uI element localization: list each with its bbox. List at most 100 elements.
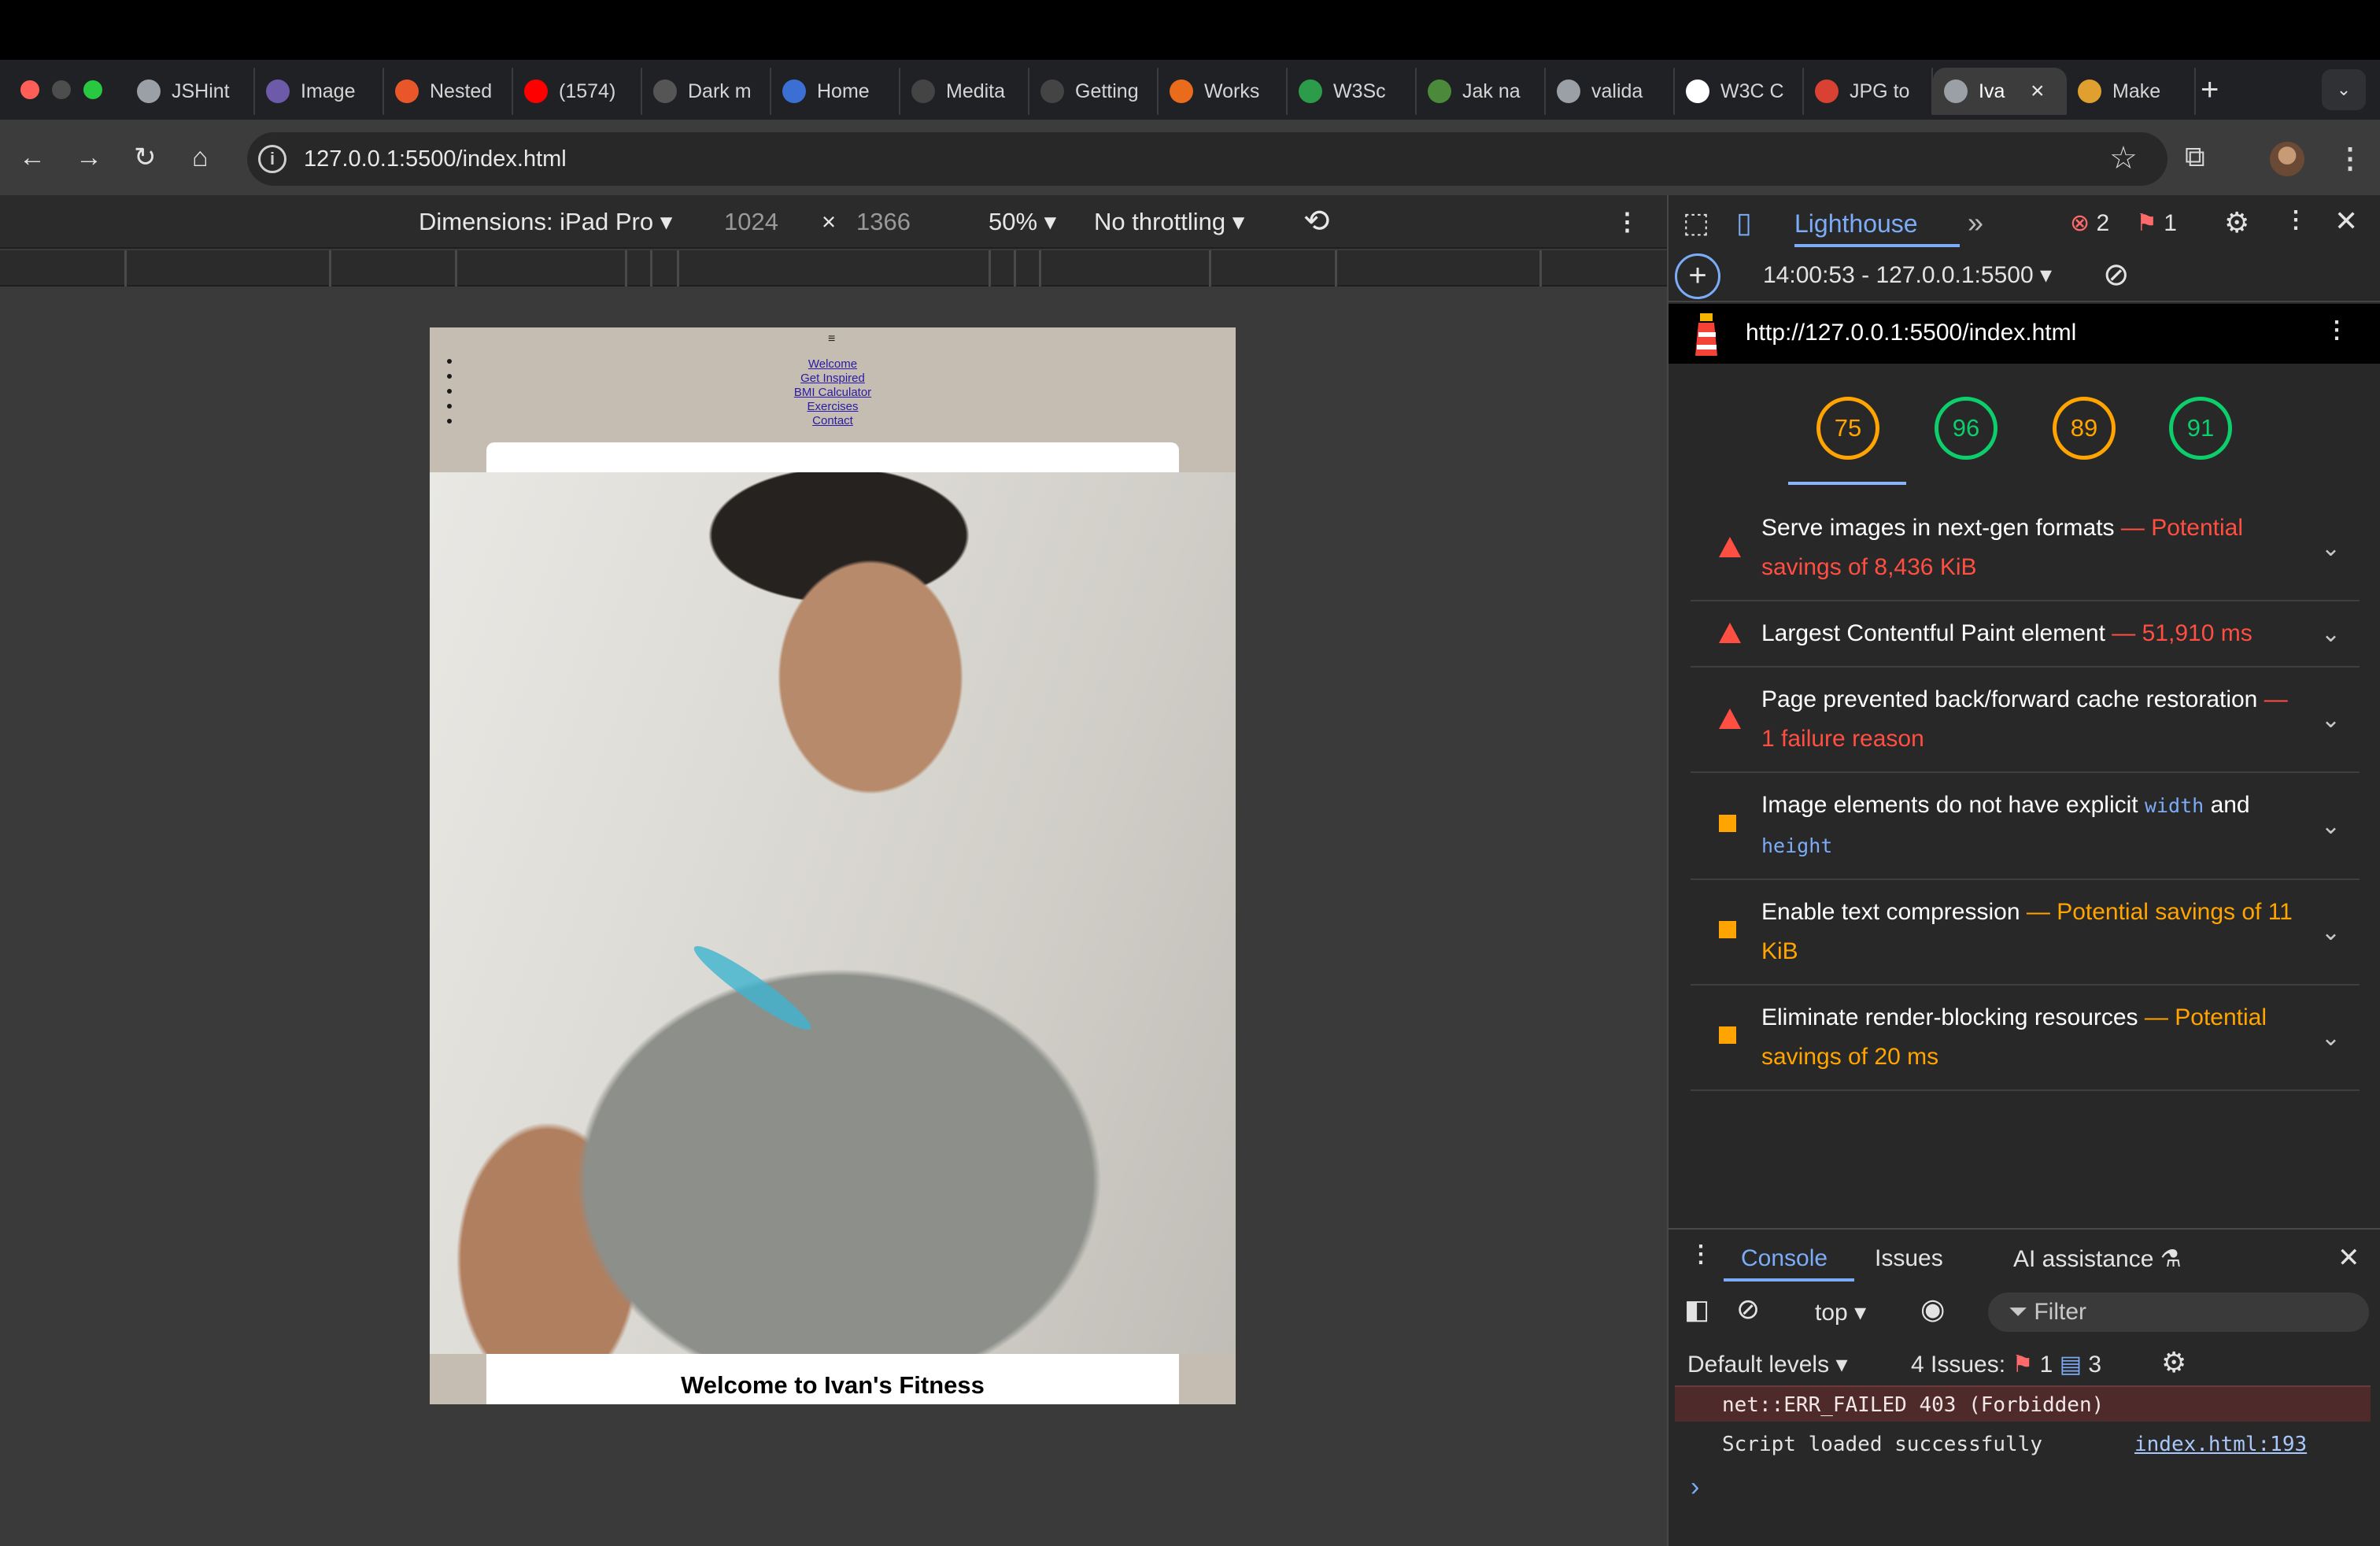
hamburger-icon[interactable]: ≡	[828, 332, 835, 346]
ruler-tick	[1209, 250, 1211, 287]
back-button[interactable]: ←	[19, 142, 46, 173]
close-drawer-icon[interactable]: ✕	[2338, 1242, 2360, 1274]
browser-tab[interactable]: Nested	[384, 68, 513, 115]
console-source-link[interactable]: index.html:193	[2134, 1433, 2307, 1456]
browser-menu-icon[interactable]: ⋮	[2336, 142, 2364, 175]
audit-item[interactable]: Eliminate render-blocking resources — Po…	[1691, 986, 2360, 1091]
browser-tab[interactable]: JSHint	[126, 68, 255, 115]
clear-reports-icon[interactable]: ⊘	[2103, 257, 2130, 293]
ruler-tick	[1039, 250, 1041, 287]
profile-avatar[interactable]	[2270, 142, 2304, 176]
tab-title: W3C C	[1720, 80, 1784, 102]
nav-link-bmi-calculator[interactable]: BMI Calculator	[430, 386, 1236, 400]
score-gauge-best-practices[interactable]: 89	[2053, 397, 2116, 460]
home-button[interactable]: ⌂	[192, 142, 209, 173]
console-error-message: net::ERR_FAILED 403 (Forbidden)	[1722, 1393, 2105, 1417]
tab-issues[interactable]: Issues	[1875, 1245, 1943, 1272]
report-select[interactable]: 14:00:53 - 127.0.0.1:5500 ▾	[1763, 261, 2052, 289]
dimension-separator: ×	[822, 208, 837, 235]
device-dimensions-select[interactable]: Dimensions: iPad Pro ▾	[419, 208, 672, 236]
close-devtools-icon[interactable]: ✕	[2334, 205, 2358, 238]
device-toggle-icon[interactable]: ▯	[1736, 206, 1752, 239]
nav-link-get-inspired[interactable]: Get Inspired	[430, 372, 1236, 386]
device-width-input[interactable]: 1024	[724, 208, 778, 236]
dropdown-arrow-icon: ▾	[1232, 208, 1245, 235]
zoom-select[interactable]: 50% ▾	[989, 208, 1056, 236]
browser-tab[interactable]: Works	[1159, 68, 1288, 115]
filter-field[interactable]: ⏷ Filter	[2009, 1299, 2086, 1326]
app-icon	[266, 80, 290, 103]
score-gauge-seo[interactable]: 91	[2169, 397, 2232, 460]
settings-gear-icon[interactable]: ⚙	[2224, 206, 2249, 239]
error-count[interactable]: ⊗ 2	[2070, 209, 2109, 237]
new-tab-button[interactable]: +	[2201, 72, 2219, 107]
dropdown-arrow-icon: ▾	[1044, 208, 1057, 235]
context-select[interactable]: top ▾	[1815, 1299, 1866, 1326]
console-prompt[interactable]: ›	[1691, 1472, 1699, 1503]
site-info-icon[interactable]: i	[258, 145, 286, 173]
close-tab-icon[interactable]: ×	[2031, 78, 2045, 105]
close-window-button[interactable]	[20, 80, 39, 99]
tab-title: Make	[2112, 80, 2161, 102]
extensions-icon[interactable]: ⧉	[2185, 140, 2205, 174]
chevron-down-icon[interactable]: ⌄	[2321, 529, 2341, 568]
audit-item[interactable]: Enable text compression — Potential savi…	[1691, 880, 2360, 986]
browser-tab[interactable]: (1574)	[513, 68, 642, 115]
report-more-icon[interactable]: ⋮	[2325, 316, 2349, 344]
browser-tab[interactable]: Jak na	[1417, 68, 1546, 115]
more-tabs-icon[interactable]: »	[1968, 206, 1983, 239]
log-levels-select[interactable]: Default levels ▾	[1687, 1351, 1848, 1378]
chevron-down-icon[interactable]: ⌄	[2321, 913, 2341, 952]
chevron-down-icon[interactable]: ⌄	[2321, 1019, 2341, 1058]
chevron-down-icon[interactable]: ⌄	[2321, 807, 2341, 846]
browser-tab[interactable]: valida	[1546, 68, 1675, 115]
audit-item[interactable]: Image elements do not have explicit widt…	[1691, 773, 2360, 880]
audit-item[interactable]: Page prevented back/forward cache restor…	[1691, 668, 2360, 773]
audit-item[interactable]: Serve images in next-gen formats — Poten…	[1691, 496, 2360, 601]
chevron-down-icon[interactable]: ⌄	[2321, 615, 2341, 654]
reload-button[interactable]: ↻	[134, 142, 157, 173]
forward-button[interactable]: →	[76, 142, 102, 173]
address-url[interactable]: 127.0.0.1:5500/index.html	[304, 146, 567, 172]
new-report-button[interactable]: +	[1675, 253, 1720, 299]
tab-ai-assistance[interactable]: AI assistance ⚗	[2013, 1245, 2182, 1273]
tab-title: Image	[301, 80, 356, 102]
browser-tab[interactable]: Image	[255, 68, 384, 115]
nav-link-exercises[interactable]: Exercises	[430, 400, 1236, 414]
maximize-window-button[interactable]	[83, 80, 102, 99]
tab-search-button[interactable]: ⌄	[2322, 69, 2366, 110]
inspect-element-icon[interactable]: ⬚	[1683, 206, 1709, 239]
browser-tab[interactable]: Iva ×	[1933, 68, 2067, 115]
score-gauge-accessibility[interactable]: 96	[1935, 397, 1998, 460]
sidebar-toggle-icon[interactable]: ◧	[1684, 1294, 1709, 1326]
throttling-select[interactable]: No throttling ▾	[1094, 208, 1244, 236]
warning-count[interactable]: ⚑ 1	[2136, 209, 2177, 237]
score-gauge-performance[interactable]: 75	[1816, 397, 1879, 460]
live-expression-eye-icon[interactable]: ◉	[1920, 1293, 1945, 1326]
browser-tab[interactable]: Dark m	[642, 68, 771, 115]
devtools-more-icon[interactable]: ⋮	[2284, 206, 2308, 234]
browser-tab[interactable]: Home	[771, 68, 900, 115]
rotate-icon[interactable]: ⟲	[1303, 203, 1330, 239]
browser-tab[interactable]: JPG to	[1804, 68, 1933, 115]
device-height-input[interactable]: 1366	[856, 208, 911, 236]
console-settings-gear-icon[interactable]: ⚙	[2161, 1346, 2186, 1379]
drawer-menu-icon[interactable]: ⋮	[1689, 1241, 1713, 1268]
chevron-down-icon[interactable]: ⌄	[2321, 701, 2341, 740]
browser-tab[interactable]: Make	[2067, 68, 2196, 115]
device-more-icon[interactable]: ⋮	[1615, 208, 1639, 236]
tab-console[interactable]: Console	[1741, 1245, 1828, 1272]
nav-link-welcome[interactable]: Welcome	[430, 357, 1236, 372]
minimize-window-button[interactable]	[52, 80, 71, 99]
media-query-ruler[interactable]	[0, 250, 1667, 287]
bookmark-star-icon[interactable]: ☆	[2109, 140, 2138, 176]
issues-counter[interactable]: 4 Issues: ⚑ 1 ▤ 3	[1911, 1351, 2101, 1378]
browser-tab[interactable]: W3Sc	[1288, 68, 1417, 115]
browser-tab[interactable]: Medita	[900, 68, 1029, 115]
tab-lighthouse[interactable]: Lighthouse	[1794, 209, 1918, 239]
nav-link-contact[interactable]: Contact	[430, 414, 1236, 428]
audit-item[interactable]: Largest Contentful Paint element — 51,91…	[1691, 601, 2360, 668]
browser-tab[interactable]: W3C C	[1675, 68, 1804, 115]
clear-console-icon[interactable]: ⊘	[1736, 1293, 1760, 1326]
browser-tab[interactable]: Getting	[1029, 68, 1159, 115]
